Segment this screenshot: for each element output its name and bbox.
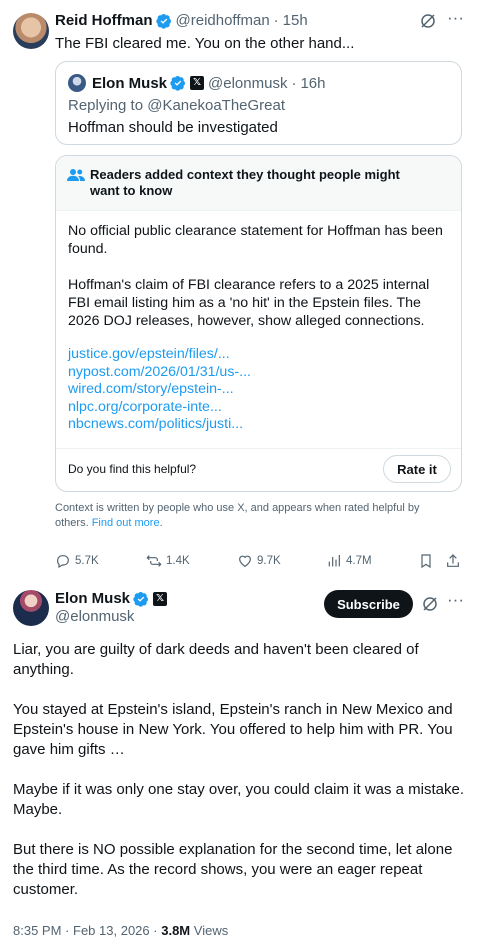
like-icon	[239, 555, 251, 568]
separator-dot: ·	[273, 12, 279, 29]
quoted-timestamp: 16h	[300, 74, 326, 92]
source-link[interactable]: justice.gov/epstein/files/...	[68, 346, 251, 364]
source-link[interactable]: wired.com/story/epstein-...	[68, 381, 251, 399]
views-icon	[328, 555, 340, 567]
helpful-row: Do you find this helpful? Rate it	[56, 448, 461, 491]
bookmark-button[interactable]	[418, 553, 434, 569]
replying-to: Replying to @KanekoaTheGreat	[68, 97, 285, 114]
tweet-text: The FBI cleared me. You on the other han…	[55, 35, 355, 52]
repost-count: 1.4K	[166, 555, 190, 567]
more-icon[interactable]: ···	[447, 8, 464, 28]
replying-prefix: Replying to	[68, 97, 148, 114]
repost-icon	[146, 555, 162, 567]
more-icon[interactable]: ···	[447, 590, 464, 610]
quoted-tweet[interactable]: Elon Musk 𝕏 @elonmusk · 16h Replying to …	[55, 61, 462, 145]
rate-it-button[interactable]: Rate it	[383, 455, 451, 483]
views-count: 3.8M	[161, 923, 191, 938]
find-out-more-link[interactable]: Find out more	[92, 517, 160, 529]
helpful-question: Do you find this helpful?	[68, 462, 197, 476]
community-note: Readers added context they thought peopl…	[55, 155, 462, 492]
grok-icon[interactable]	[419, 12, 437, 30]
share-button[interactable]	[445, 553, 461, 569]
author-handle[interactable]: @reidhoffman	[176, 12, 270, 29]
note-sources: justice.gov/epstein/files/... nypost.com…	[68, 346, 251, 434]
source-link[interactable]: nlpc.org/corporate-inte...	[68, 399, 251, 417]
verified-badge-icon	[170, 76, 186, 91]
replying-to-link[interactable]: @KanekoaTheGreat	[147, 97, 285, 114]
community-note-header: Readers added context they thought peopl…	[56, 156, 461, 211]
note-paragraph: Hoffman's claim of FBI clearance refers …	[68, 277, 430, 329]
context-disclaimer: Context is written by people who use X, …	[55, 501, 455, 531]
quoted-author-name: Elon Musk	[92, 74, 168, 92]
tweet-paragraph: But there is NO possible explanation for…	[13, 841, 453, 898]
note-paragraph: No official public clearance statement f…	[68, 223, 443, 257]
like-button[interactable]: 9.7K	[237, 553, 281, 569]
author-name[interactable]: Elon Musk	[55, 590, 130, 607]
tweet-paragraph: Liar, you are guilty of dark deeds and h…	[13, 641, 419, 678]
context-end: .	[159, 517, 163, 529]
separator-dot: ·	[153, 923, 158, 938]
views-count: 4.7M	[346, 555, 372, 567]
reply-icon	[57, 555, 69, 569]
quoted-author-handle: @elonmusk	[208, 74, 288, 92]
like-count: 9.7K	[257, 555, 281, 567]
quoted-tweet-text: Hoffman should be investigated	[68, 119, 278, 136]
separator-dot: ·	[291, 74, 297, 92]
source-link[interactable]: nbcnews.com/politics/justi...	[68, 416, 251, 434]
grok-icon[interactable]	[421, 595, 439, 613]
subscribe-button[interactable]: Subscribe	[324, 590, 413, 618]
views-button[interactable]: 4.7M	[326, 553, 372, 569]
author-name[interactable]: Reid Hoffman	[55, 12, 153, 29]
post-time[interactable]: 8:35 PM	[13, 923, 61, 938]
x-badge-icon: 𝕏	[153, 591, 168, 606]
post-date[interactable]: Feb 13, 2026	[73, 923, 150, 938]
bookmark-icon	[421, 554, 431, 569]
repost-button[interactable]: 1.4K	[146, 553, 190, 569]
source-link[interactable]: nypost.com/2026/01/31/us-...	[68, 364, 251, 382]
views-label: Views	[193, 923, 229, 938]
community-note-title: Readers added context they thought peopl…	[90, 167, 400, 198]
tweet-header: Elon Musk 𝕏	[55, 590, 171, 607]
community-note-body: No official public clearance statement f…	[68, 222, 453, 348]
avatar[interactable]	[13, 13, 49, 49]
timestamp[interactable]: 15h	[283, 12, 308, 29]
quoted-tweet-header: Elon Musk 𝕏 @elonmusk · 16h	[68, 74, 325, 92]
reply-count: 5.7K	[75, 555, 99, 567]
separator-dot: ·	[65, 923, 70, 938]
tweet-header: Reid Hoffman @reidhoffman · 15h	[55, 12, 308, 29]
verified-badge-icon	[155, 13, 171, 29]
tweet-paragraph: You stayed at Epstein's island, Epstein'…	[13, 701, 453, 758]
author-handle[interactable]: @elonmusk	[55, 608, 134, 625]
tweet-paragraph: Maybe if it was only one stay over, you …	[13, 781, 465, 818]
people-icon	[67, 169, 85, 181]
tweet-text: Liar, you are guilty of dark deeds and h…	[13, 640, 473, 920]
action-bar: 5.7K 1.4K 9.7K 4.7M	[55, 550, 465, 572]
avatar[interactable]	[68, 74, 86, 92]
reply-button[interactable]: 5.7K	[55, 553, 99, 569]
tweet-meta: 8:35 PM · Feb 13, 2026 · 3.8M Views	[13, 923, 228, 938]
x-badge-icon: 𝕏	[190, 76, 205, 90]
verified-badge-icon	[133, 591, 149, 607]
avatar[interactable]	[13, 590, 49, 626]
share-icon	[447, 554, 459, 567]
